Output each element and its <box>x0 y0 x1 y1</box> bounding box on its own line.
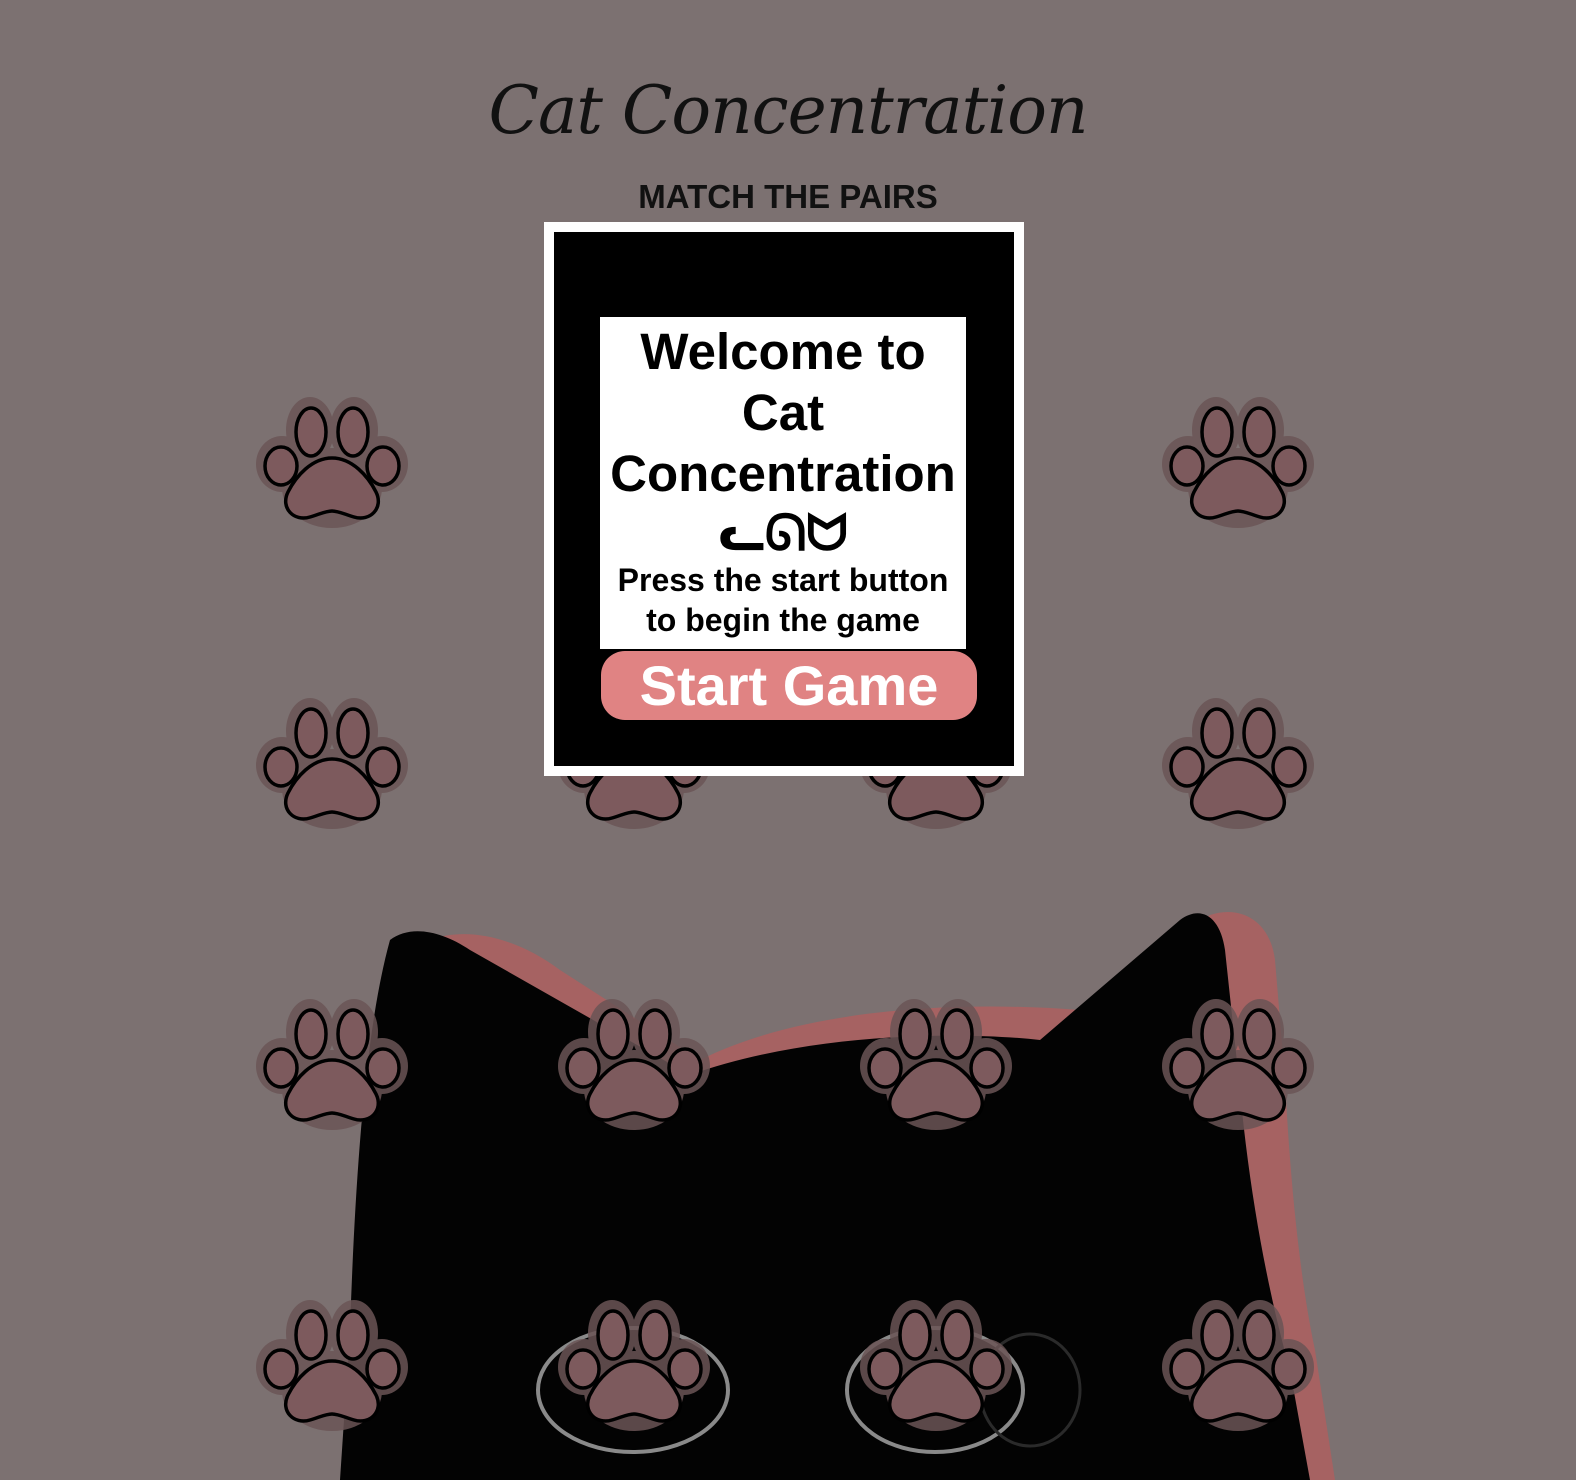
welcome-heading: Welcome to Cat Concentration <box>610 323 956 502</box>
paw-icon <box>1162 1300 1314 1431</box>
paw-icon <box>1162 397 1314 528</box>
memory-card-r3-c2[interactable] <box>556 998 712 1134</box>
paw-icon <box>1162 698 1314 829</box>
paw-icon <box>256 999 408 1130</box>
paw-icon <box>558 999 710 1130</box>
memory-card-r1-c1[interactable] <box>254 396 410 532</box>
memory-card-r3-c4[interactable] <box>1160 998 1316 1134</box>
memory-card-r1-c4[interactable] <box>1160 396 1316 532</box>
game-title: Cat Concentration <box>488 72 1089 149</box>
memory-card-r4-c3[interactable] <box>858 1299 1014 1435</box>
memory-card-r3-c3[interactable] <box>858 998 1014 1134</box>
paw-icon <box>860 999 1012 1130</box>
paw-icon <box>860 1300 1012 1431</box>
memory-card-r4-c1[interactable] <box>254 1299 410 1435</box>
start-game-button[interactable]: Start Game <box>601 651 977 720</box>
memory-card-r4-c2[interactable] <box>556 1299 712 1435</box>
paw-icon <box>256 698 408 829</box>
paw-icon <box>256 397 408 528</box>
welcome-modal: Welcome to Cat Concentration ᓚᘏᗢ Press t… <box>544 222 1024 776</box>
memory-card-r2-c1[interactable] <box>254 697 410 833</box>
memory-card-r2-c4[interactable] <box>1160 697 1316 833</box>
paw-icon <box>558 1300 710 1431</box>
game-subtitle: MATCH THE PAIRS <box>638 178 938 215</box>
game-screen: Cat Concentration MATCH THE PAIRS Welcom… <box>0 0 1576 1480</box>
paw-icon <box>256 1300 408 1431</box>
welcome-modal-frame: Welcome to Cat Concentration ᓚᘏᗢ Press t… <box>554 232 1014 766</box>
welcome-instructions: Press the start button to begin the game <box>617 562 949 638</box>
paw-icon <box>1162 999 1314 1130</box>
welcome-message-box: Welcome to Cat Concentration ᓚᘏᗢ Press t… <box>600 317 966 649</box>
memory-card-r3-c1[interactable] <box>254 998 410 1134</box>
memory-card-r4-c4[interactable] <box>1160 1299 1316 1435</box>
cat-face-text: ᓚᘏᗢ <box>718 504 848 562</box>
